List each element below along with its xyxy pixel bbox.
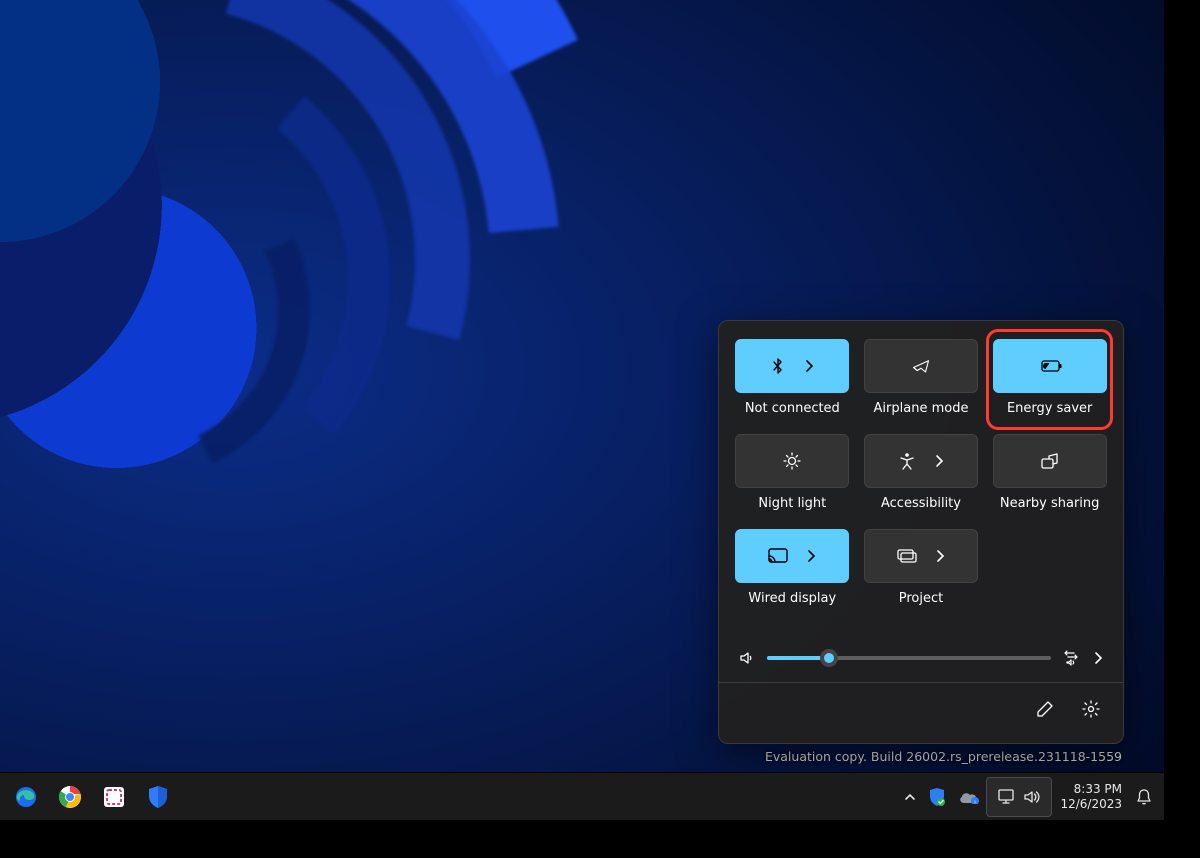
airplane-icon xyxy=(911,357,931,375)
chevron-right-icon xyxy=(804,359,814,373)
tray-overflow-button[interactable] xyxy=(898,777,922,817)
tile-wired-display-label: Wired display xyxy=(748,591,836,606)
settings-button[interactable] xyxy=(1073,691,1109,727)
tile-night-light: Night light xyxy=(735,434,850,523)
snip-icon xyxy=(102,785,126,809)
pencil-icon xyxy=(1036,700,1054,718)
tray-notifications-button[interactable] xyxy=(1130,777,1158,817)
tile-night-light-button[interactable] xyxy=(735,434,849,488)
taskbar-app-security[interactable] xyxy=(138,777,178,817)
quick-settings-footer xyxy=(719,682,1123,735)
chevron-right-icon xyxy=(935,549,945,563)
tile-bluetooth-label: Not connected xyxy=(745,401,840,416)
watermark-text: Evaluation copy. Build 26002.rs_prerelea… xyxy=(765,749,1122,764)
shield-check-icon xyxy=(928,787,946,807)
nearby-sharing-icon xyxy=(1041,453,1059,469)
cloud-icon: i xyxy=(958,790,980,804)
tile-airplane-button[interactable] xyxy=(864,339,978,393)
tile-project: Project xyxy=(864,529,979,618)
tile-accessibility: Accessibility xyxy=(864,434,979,523)
tile-accessibility-label: Accessibility xyxy=(881,496,961,511)
tile-airplane: Airplane mode xyxy=(864,339,979,428)
tile-energy-saver: Energy saver xyxy=(992,339,1107,428)
chevron-right-icon[interactable] xyxy=(1093,651,1103,665)
cast-icon xyxy=(768,548,788,564)
tile-wired-display-button[interactable] xyxy=(735,529,849,583)
edge-icon xyxy=(14,785,38,809)
taskbar-clock[interactable]: 8:33 PM 12/6/2023 xyxy=(1052,782,1130,811)
sound-output-icon[interactable] xyxy=(1063,650,1081,666)
taskbar-time: 8:33 PM xyxy=(1074,782,1122,796)
taskbar-date: 12/6/2023 xyxy=(1060,797,1122,811)
volume-row xyxy=(735,646,1107,676)
chevron-right-icon xyxy=(934,454,944,468)
taskbar-app-edge[interactable] xyxy=(6,777,46,817)
tile-night-light-label: Night light xyxy=(758,496,826,511)
energy-saver-icon xyxy=(1037,358,1063,374)
night-light-icon xyxy=(783,452,801,470)
taskbar-app-snip[interactable] xyxy=(94,777,134,817)
volume-slider[interactable] xyxy=(767,656,1051,660)
tile-accessibility-button[interactable] xyxy=(864,434,978,488)
edit-quick-settings-button[interactable] xyxy=(1027,691,1063,727)
tile-bluetooth-button[interactable] xyxy=(735,339,849,393)
gear-icon xyxy=(1082,700,1100,718)
tile-nearby-sharing-button[interactable] xyxy=(993,434,1107,488)
tray-network-volume-button[interactable] xyxy=(986,777,1052,817)
tile-project-label: Project xyxy=(899,591,943,606)
bell-icon xyxy=(1136,788,1152,806)
tile-nearby-sharing: Nearby sharing xyxy=(992,434,1107,523)
taskbar: i 8:33 PM 12/6/2023 xyxy=(0,772,1164,820)
tile-project-button[interactable] xyxy=(864,529,978,583)
chevron-right-icon xyxy=(806,549,816,563)
quick-settings-panel: Not connected Airplane mode Energy xyxy=(718,320,1124,744)
tile-airplane-label: Airplane mode xyxy=(874,401,969,416)
tile-bluetooth: Not connected xyxy=(735,339,850,428)
tile-energy-saver-button[interactable] xyxy=(993,339,1107,393)
shield-icon xyxy=(147,785,169,809)
speaker-low-icon[interactable] xyxy=(739,650,755,666)
accessibility-icon xyxy=(898,452,916,470)
tile-energy-saver-label: Energy saver xyxy=(1007,401,1092,416)
tray-security-button[interactable] xyxy=(922,777,952,817)
speaker-icon xyxy=(1023,789,1041,805)
chrome-icon xyxy=(58,785,82,809)
tile-nearby-sharing-label: Nearby sharing xyxy=(1000,496,1100,511)
tile-wired-display: Wired display xyxy=(735,529,850,618)
chevron-up-icon xyxy=(904,792,916,802)
network-icon xyxy=(997,789,1015,805)
taskbar-app-chrome[interactable] xyxy=(50,777,90,817)
bluetooth-icon xyxy=(770,357,786,375)
project-icon xyxy=(897,549,917,563)
tray-onedrive-button[interactable]: i xyxy=(952,777,986,817)
